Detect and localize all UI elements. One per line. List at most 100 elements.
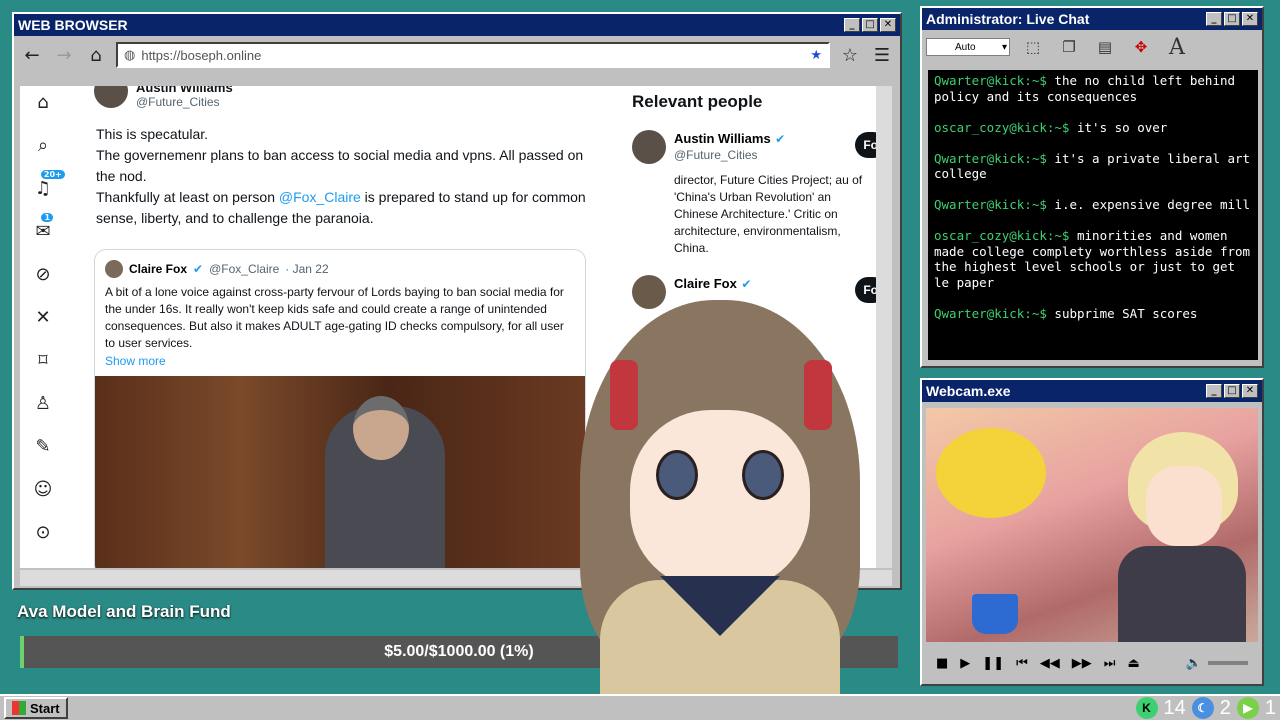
post-author-handle: @Future_Cities bbox=[136, 94, 220, 109]
relevant-person-name[interactable]: Claire Fox bbox=[674, 276, 737, 291]
chat-message: Qwarter@kick:~$ the no child left behind… bbox=[934, 73, 1252, 104]
relevant-people-title: Relevant people bbox=[632, 92, 763, 111]
post: Austin Williams @Future_Cities This is s… bbox=[94, 86, 594, 568]
chat-titlebar[interactable]: Administrator: Live Chat _ □ ✕ bbox=[922, 8, 1262, 30]
chat-text: subprime SAT scores bbox=[1046, 305, 1198, 321]
forward-button[interactable]: → bbox=[52, 43, 76, 67]
maximize-button[interactable]: □ bbox=[1224, 12, 1240, 26]
maximize-button[interactable]: □ bbox=[1224, 384, 1240, 398]
address-bar[interactable]: ◍ https://boseph.online ★ bbox=[116, 42, 830, 68]
stop-icon[interactable]: ■ bbox=[936, 656, 948, 671]
verified-icon: ✔ bbox=[741, 277, 752, 291]
bookmark-star-icon[interactable]: ★ bbox=[810, 47, 822, 63]
minimize-button[interactable]: _ bbox=[1206, 12, 1222, 26]
post-line-3-start: Thankfully at least on person bbox=[96, 189, 279, 205]
image-person-head bbox=[353, 396, 409, 460]
messages-badge: 1 bbox=[41, 213, 54, 222]
minimize-button[interactable]: _ bbox=[844, 18, 860, 32]
fast-forward-icon[interactable]: ▶▶ bbox=[1072, 656, 1092, 671]
messages-icon[interactable]: ✉ 1 bbox=[35, 213, 54, 242]
avatar-ribbon-right bbox=[804, 360, 832, 430]
move-icon[interactable]: ✥ bbox=[1128, 34, 1154, 60]
quoted-post[interactable]: Claire Fox ✔ @Fox_Claire · Jan 22 A bit … bbox=[94, 249, 586, 568]
webcam-mug bbox=[972, 594, 1018, 634]
back-button[interactable]: ← bbox=[20, 43, 44, 67]
start-button[interactable]: Start bbox=[4, 697, 68, 719]
quote-text: A bit of a lone voice against cross-part… bbox=[105, 285, 564, 350]
home-button[interactable]: ⌂ bbox=[84, 43, 108, 67]
paste-icon[interactable]: ▤ bbox=[1092, 34, 1118, 60]
close-button[interactable]: ✕ bbox=[1242, 384, 1258, 398]
chat-title: Administrator: Live Chat bbox=[926, 11, 1090, 27]
close-button[interactable]: ✕ bbox=[880, 18, 896, 32]
volume-slider[interactable] bbox=[1208, 661, 1248, 665]
quote-avatar bbox=[105, 260, 123, 278]
browser-titlebar[interactable]: WEB BROWSER _ □ ✕ bbox=[14, 14, 900, 36]
taskbar: Start K 14 ☾ 2 ▶ 1 bbox=[0, 694, 1280, 720]
post-text: This is specatular. The governemenr plan… bbox=[94, 124, 594, 229]
close-button[interactable]: ✕ bbox=[1242, 12, 1258, 26]
avatar[interactable] bbox=[632, 130, 666, 164]
maximize-button[interactable]: □ bbox=[862, 18, 878, 32]
premium-icon[interactable]: ✎ bbox=[35, 436, 50, 457]
media-controls: ■ ▶ ❚❚ ⏮ ◀◀ ▶▶ ⏭ ⏏ 🔈 bbox=[926, 650, 1258, 676]
chat-message: Qwarter@kick:~$ it's a private liberal a… bbox=[934, 151, 1252, 182]
relevant-person-card[interactable]: Austin Williams ✔ @Future_Cities directo… bbox=[632, 130, 886, 257]
show-more-link[interactable]: Show more bbox=[95, 352, 585, 376]
notifications-badge: 20+ bbox=[40, 170, 65, 179]
quote-header: Claire Fox ✔ @Fox_Claire · Jan 22 bbox=[95, 250, 585, 284]
x-sidebar: ⌂ ⌕ ♫ 20+ ✉ 1 ⊘ ✕ ⌑ ♙ ✎ ☺ ⊙ bbox=[20, 86, 66, 568]
x-logo-icon[interactable]: ✕ bbox=[35, 307, 50, 328]
chat-message: oscar_cozy@kick:~$ minorities and women … bbox=[934, 228, 1252, 290]
kick-icon[interactable]: K bbox=[1135, 697, 1158, 719]
avatar[interactable] bbox=[94, 86, 128, 108]
relevant-person-name[interactable]: Austin Williams bbox=[674, 131, 771, 146]
select-icon[interactable]: ⬚ bbox=[1020, 34, 1046, 60]
post-author-name[interactable]: Austin Williams bbox=[136, 86, 233, 95]
profile-icon[interactable]: ☺ bbox=[34, 479, 53, 500]
avatar-face bbox=[630, 410, 810, 590]
webcam-view bbox=[926, 408, 1258, 642]
notifications-icon[interactable]: ♫ 20+ bbox=[35, 170, 65, 199]
grok-icon[interactable]: ⊘ bbox=[35, 264, 50, 285]
skip-forward-icon[interactable]: ⏭ bbox=[1104, 656, 1116, 671]
more-icon[interactable]: ⊙ bbox=[35, 522, 50, 543]
font-icon[interactable]: A bbox=[1164, 34, 1190, 60]
character-body bbox=[1118, 546, 1246, 642]
play-circle-icon[interactable]: ▶ bbox=[1236, 697, 1259, 719]
font-size-select[interactable]: Auto ▾ bbox=[926, 38, 1010, 56]
avatar-eye-right bbox=[742, 450, 784, 500]
quote-image[interactable] bbox=[95, 376, 585, 568]
moon-icon[interactable]: ☾ bbox=[1191, 697, 1214, 719]
minimize-button[interactable]: _ bbox=[1206, 384, 1222, 398]
pause-icon[interactable]: ❚❚ bbox=[982, 656, 1004, 671]
rewind-icon[interactable]: ◀◀ bbox=[1040, 656, 1060, 671]
chat-user: Qwarter@kick:~$ bbox=[934, 197, 1047, 212]
post-line-1: This is specatular. bbox=[96, 126, 209, 142]
menu-icon[interactable]: ☰ bbox=[870, 43, 894, 67]
webcam-character bbox=[1110, 422, 1250, 642]
play-icon[interactable]: ▶ bbox=[960, 656, 970, 671]
bookmarks-icon[interactable]: ⌑ bbox=[38, 350, 47, 371]
jobs-icon[interactable]: ♙ bbox=[35, 393, 51, 414]
eject-icon[interactable]: ⏏ bbox=[1128, 656, 1140, 671]
fund-title: Ava Model and Brain Fund bbox=[17, 602, 231, 621]
avatar-ribbon-left bbox=[610, 360, 638, 430]
home-icon[interactable]: ⌂ bbox=[37, 92, 48, 113]
chevron-down-icon: ▾ bbox=[1001, 41, 1007, 53]
speaker-icon: 🔈 bbox=[1185, 655, 1202, 671]
chat-terminal: Qwarter@kick:~$ the no child left behind… bbox=[928, 70, 1258, 360]
favorites-icon[interactable]: ☆ bbox=[838, 43, 862, 67]
windows-logo-icon bbox=[12, 701, 26, 715]
post-line-3: Thankfully at least on person @Fox_Clair… bbox=[96, 187, 594, 229]
search-icon[interactable]: ⌕ bbox=[38, 135, 48, 156]
volume-control[interactable]: 🔈 bbox=[1186, 656, 1248, 671]
copy-icon[interactable]: ❐ bbox=[1056, 34, 1082, 60]
skip-back-icon[interactable]: ⏮ bbox=[1016, 656, 1028, 671]
chat-message: Qwarter@kick:~$ i.e. expensive degree mi… bbox=[934, 197, 1252, 213]
mention-link[interactable]: @Fox_Claire bbox=[279, 189, 361, 205]
relevant-people-panel: Relevant people Austin Williams ✔ @Futur… bbox=[632, 86, 886, 309]
browser-navbar: ← → ⌂ ◍ https://boseph.online ★ ☆ ☰ bbox=[14, 36, 900, 74]
webcam-titlebar[interactable]: Webcam.exe _ □ ✕ bbox=[922, 380, 1262, 402]
play-count: 1 bbox=[1264, 696, 1276, 719]
